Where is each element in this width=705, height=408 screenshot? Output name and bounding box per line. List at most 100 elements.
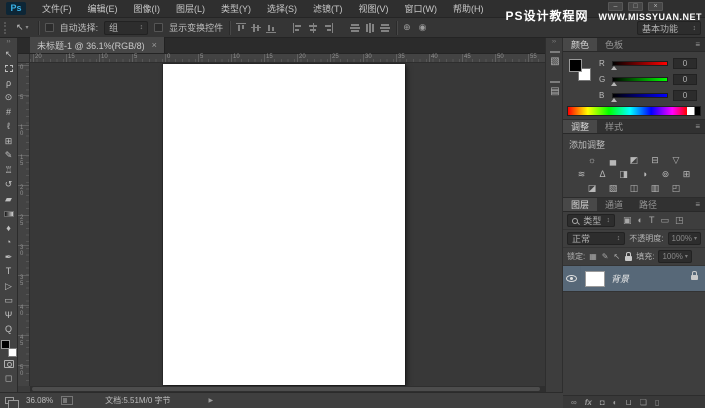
toolbar-collapse-icon[interactable]: ›› [7, 38, 11, 47]
menu-item-3[interactable]: 图层(L) [168, 0, 213, 18]
levels-icon[interactable]: ▄ [606, 154, 620, 166]
new-layer-icon[interactable]: ❏ [640, 396, 647, 408]
new-adjustment-layer-icon[interactable]: ◐ [613, 396, 618, 408]
brightness-contrast-icon[interactable]: ☼ [585, 154, 599, 166]
new-group-icon[interactable]: ⊔ [626, 396, 632, 408]
collapsed-panel-button-2[interactable]: ▤ [546, 77, 564, 107]
channel-mixer-icon[interactable]: ⊚ [659, 168, 673, 180]
clone-stamp-tool[interactable]: ♖ [0, 163, 17, 178]
scrollbar-thumb[interactable] [32, 387, 540, 391]
threshold-icon[interactable]: ◫ [627, 182, 641, 194]
foreground-color-swatch[interactable] [0, 340, 10, 349]
foreground-color-swatch[interactable] [569, 59, 582, 72]
canvas-area[interactable] [30, 63, 545, 386]
color-panel-tab-1[interactable]: 色板 [597, 38, 631, 51]
document-canvas[interactable] [163, 64, 405, 385]
layer-filter-select[interactable]: 类型 ↕ [567, 214, 615, 227]
dock-collapse-icon[interactable]: ›› [546, 38, 562, 47]
auto-align-layers-icon[interactable]: ⊕ [403, 22, 411, 33]
adjustments-panel-tab-0[interactable]: 调整 [563, 120, 598, 133]
tab-close-icon[interactable]: × [152, 40, 157, 50]
menu-item-2[interactable]: 图像(I) [126, 0, 169, 18]
move-tool[interactable]: ↖ [0, 47, 17, 62]
exposure-icon[interactable]: ⊟ [648, 154, 662, 166]
g-slider-thumb[interactable] [611, 81, 617, 86]
blend-mode-select[interactable]: 正常 ↕ [567, 232, 626, 245]
filter-smart-objects-icon[interactable]: ◳ [675, 214, 684, 227]
layers-stack-icon[interactable] [5, 397, 19, 408]
layer-visibility-toggle[interactable] [563, 265, 581, 292]
spot-healing-brush-tool[interactable]: ⊞ [0, 134, 17, 149]
fill-input[interactable]: 100% ▾ [658, 250, 692, 263]
layers-panel-tab-2[interactable]: 路径 [631, 198, 665, 211]
black-white-icon[interactable]: ◨ [617, 168, 631, 180]
auto-select-dropdown[interactable]: 组 ↕ [104, 20, 149, 35]
r-slider[interactable] [611, 60, 668, 70]
b-slider[interactable] [611, 92, 668, 102]
eraser-tool[interactable]: ▰ [0, 192, 17, 207]
quick-mask-button[interactable] [3, 357, 14, 372]
color-lookup-icon[interactable]: ⊞ [680, 168, 694, 180]
menu-item-4[interactable]: 类型(Y) [213, 0, 259, 18]
vibrance-icon[interactable]: ▽ [669, 154, 683, 166]
photo-filter-icon[interactable]: ◑ [638, 168, 652, 180]
current-tool-button[interactable]: ↖ ▾ [13, 20, 32, 36]
align-right-edges-icon[interactable] [323, 22, 334, 33]
menu-item-6[interactable]: 滤镜(T) [305, 0, 351, 18]
panel-color-swatches[interactable] [569, 59, 591, 81]
adjustments-panel-tab-1[interactable]: 样式 [597, 120, 631, 133]
hand-tool[interactable]: Ψ [0, 308, 17, 323]
status-menu-arrow[interactable]: ▶ [209, 397, 214, 404]
vertical-ruler[interactable]: 0 5 10 15 20 25 30 35 40 45 50 [18, 63, 30, 386]
3d-mode-icon[interactable]: ◉ [419, 22, 427, 33]
b-value-input[interactable]: 0 [673, 89, 697, 101]
lock-transparent-pixels-icon[interactable]: ▦ [589, 252, 597, 261]
history-brush-tool[interactable]: ↺ [0, 178, 17, 193]
distribute-bottom-edges-icon[interactable] [380, 22, 391, 33]
layers-panel-menu-icon[interactable]: ≡ [695, 198, 705, 211]
adjustments-panel-menu-icon[interactable]: ≡ [695, 120, 705, 133]
blur-tool[interactable]: ♦ [0, 221, 17, 236]
dodge-tool[interactable]: ◔ [0, 236, 17, 251]
foreground-background-swatches[interactable] [0, 340, 17, 357]
path-selection-tool[interactable]: ▷ [0, 279, 17, 294]
b-slider-thumb[interactable] [611, 97, 617, 102]
link-layers-icon[interactable]: ∞ [571, 396, 577, 408]
selective-color-icon[interactable]: ◰ [669, 182, 683, 194]
distribute-top-edges-icon[interactable] [350, 22, 361, 33]
filter-pixel-layers-icon[interactable]: ▣ [623, 214, 632, 227]
g-value-input[interactable]: 0 [673, 73, 697, 85]
quick-selection-tool[interactable]: ⊙ [0, 91, 17, 106]
zoom-level[interactable]: 36.08% [26, 396, 53, 405]
align-vertical-centers-icon[interactable] [251, 22, 262, 33]
background-color-swatch[interactable] [7, 348, 17, 357]
pen-tool[interactable]: ✒ [0, 250, 17, 265]
lock-all-icon[interactable] [625, 252, 633, 261]
document-tab[interactable]: 未标题-1 @ 36.1%(RGB/8) × [30, 37, 165, 53]
rectangle-tool[interactable]: ▭ [0, 294, 17, 309]
layer-row[interactable]: 背景 [563, 265, 705, 292]
type-tool[interactable]: T [0, 265, 17, 280]
g-slider[interactable] [611, 76, 668, 86]
r-value-input[interactable]: 0 [673, 57, 697, 69]
layer-style-icon[interactable]: fx [585, 396, 592, 408]
posterize-icon[interactable]: ▧ [606, 182, 620, 194]
color-panel-tab-0[interactable]: 颜色 [563, 38, 598, 51]
color-spectrum-ramp[interactable] [567, 106, 701, 116]
gradient-map-icon[interactable]: ▥ [648, 182, 662, 194]
align-horizontal-centers-icon[interactable] [308, 22, 319, 33]
hue-saturation-icon[interactable]: ≋ [575, 168, 589, 180]
eyedropper-tool[interactable]: ℓ [0, 120, 17, 135]
show-transform-checkbox[interactable] [154, 23, 164, 32]
options-bar-grip[interactable] [4, 21, 7, 34]
gradient-tool[interactable] [0, 207, 17, 222]
horizontal-ruler[interactable]: 20 15 10 5 0 5 10 15 20 25 30 35 40 45 50 55 [30, 54, 545, 63]
menu-item-1[interactable]: 编辑(E) [80, 0, 126, 18]
lock-position-icon[interactable]: ↖ [614, 252, 621, 261]
crop-tool[interactable]: # [0, 105, 17, 120]
auto-select-checkbox[interactable] [44, 23, 54, 32]
layer-thumbnail[interactable] [585, 270, 605, 287]
add-layer-mask-icon[interactable]: ◘ [600, 396, 605, 408]
menu-item-9[interactable]: 帮助(H) [445, 0, 492, 18]
align-bottom-edges-icon[interactable] [266, 23, 277, 33]
